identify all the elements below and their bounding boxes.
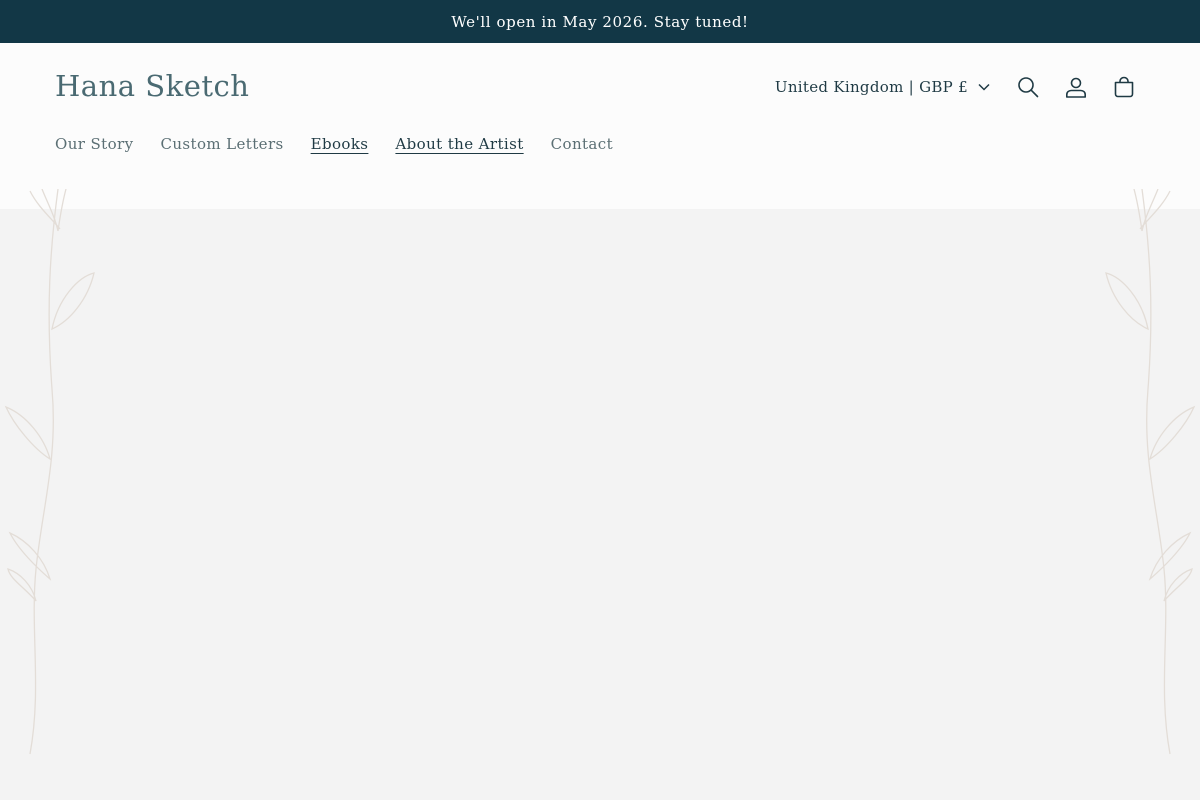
- country-currency-value: United Kingdom | GBP £: [774, 78, 968, 96]
- nav-item-our-story[interactable]: Our Story: [55, 135, 133, 153]
- account-icon[interactable]: [1052, 69, 1100, 105]
- header-actions: United Kingdom | GBP £: [775, 69, 1148, 105]
- chevron-down-icon: [978, 83, 990, 91]
- nav-item-custom-letters[interactable]: Custom Letters: [160, 135, 283, 153]
- leaf-branch-decoration-left: [4, 189, 95, 755]
- nav-item-about-the-artist[interactable]: About the Artist: [395, 135, 523, 153]
- nav-item-contact[interactable]: Contact: [551, 135, 613, 153]
- announcement-text: We'll open in May 2026. Stay tuned!: [451, 12, 749, 31]
- nav-item-ebooks[interactable]: Ebooks: [311, 135, 369, 153]
- cart-icon[interactable]: [1100, 69, 1148, 105]
- country-currency-selector[interactable]: United Kingdom | GBP £: [775, 78, 990, 96]
- site-header: Hana Sketch United Kingdom | GBP £ Our S…: [0, 43, 1200, 209]
- main-content: [0, 209, 1200, 800]
- main-navigation: Our Story Custom Letters Ebooks About th…: [55, 135, 640, 153]
- site-logo[interactable]: Hana Sketch: [55, 69, 249, 103]
- leaf-branch-decoration-right: [1105, 189, 1196, 755]
- search-icon[interactable]: [1004, 69, 1052, 105]
- announcement-bar: We'll open in May 2026. Stay tuned!: [0, 0, 1200, 43]
